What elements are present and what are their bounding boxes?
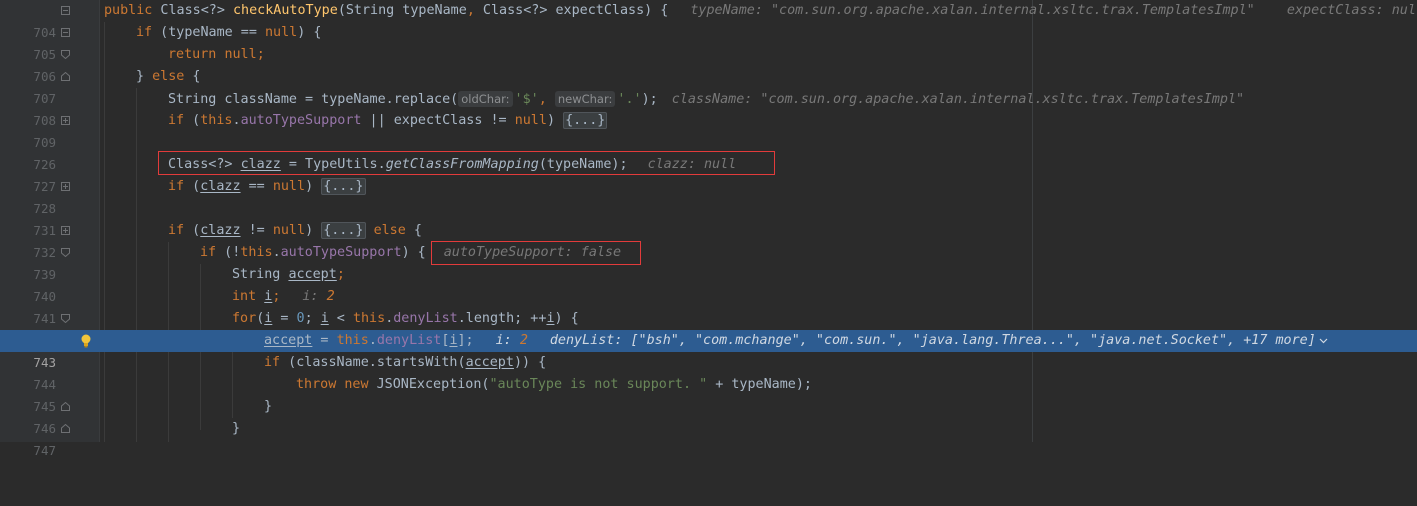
code-line[interactable]: 708 String className = typeName.replace(…	[0, 88, 1417, 128]
code-text: throw new JSONException("autoType is not…	[296, 377, 812, 392]
code-text: int i; i: 2	[232, 289, 335, 304]
variable-reference: accept	[264, 333, 313, 348]
code-text: return null;	[168, 47, 265, 62]
parameter-hint: oldChar:	[458, 91, 513, 107]
code-text: }	[232, 421, 241, 436]
fold-marker-icon[interactable]	[61, 28, 70, 37]
code-text: if (typeName == null) {	[136, 25, 322, 40]
code-text: if (clazz != null) {...} else {	[168, 222, 422, 239]
folded-code-block[interactable]: {...}	[321, 222, 366, 239]
line-number: 747	[33, 443, 56, 458]
code-text: }	[264, 399, 273, 414]
chevron-down-icon[interactable]	[1319, 336, 1328, 345]
code-line[interactable]: 739 if (!this.autoTypeSupport) {autoType…	[0, 242, 1417, 282]
code-text: for(i = 0; i < this.denyList.length; ++i…	[232, 311, 579, 326]
code-text: } else {	[136, 69, 201, 84]
code-line[interactable]: 706 return null;	[0, 44, 1417, 84]
debug-inline-value[interactable]: denyList: ["bsh", "com.mchange", "com.su…	[550, 333, 1316, 348]
fold-marker-icon[interactable]	[61, 6, 70, 15]
debug-inline-value: i: 2	[302, 289, 335, 304]
code-text: if (className.startsWith(accept)) {	[264, 355, 547, 370]
code-line[interactable]: 745 throw new JSONException("autoType is…	[0, 374, 1417, 414]
code-line[interactable]: 728 if (clazz == null) {...}	[0, 176, 1417, 216]
fold-marker-icon[interactable]	[61, 116, 70, 125]
debug-inline-value: className: "com.sun.org.apache.xalan.int…	[671, 92, 1245, 107]
code-line[interactable]: 741 int i; i: 2	[0, 286, 1417, 326]
code-line[interactable]: 747 }	[0, 418, 1417, 458]
fold-marker-icon[interactable]	[61, 248, 70, 257]
lightbulb-icon[interactable]	[80, 334, 92, 348]
code-text: String accept;	[232, 267, 345, 282]
fold-marker-icon[interactable]	[61, 226, 70, 235]
folded-code-block[interactable]: {...}	[321, 178, 366, 195]
variable-reference: accept	[465, 355, 514, 370]
fold-marker-icon[interactable]	[61, 314, 70, 323]
fold-marker-icon[interactable]	[61, 182, 70, 191]
fold-marker-icon[interactable]	[61, 50, 70, 59]
code-line[interactable]: 709 if (this.autoTypeSupport || expectCl…	[0, 110, 1417, 150]
method-name: checkAutoType	[233, 3, 338, 18]
code-line[interactable]: 731	[0, 198, 1417, 238]
variable-reference: clazz	[200, 179, 241, 194]
code-line[interactable]: 704 public Class<?> checkAutoType(String…	[0, 0, 1417, 40]
code-text: if (this.autoTypeSupport || expectClass …	[168, 112, 608, 129]
code-text: String className = typeName.replace(oldC…	[168, 91, 1245, 107]
code-text: public Class<?> checkAutoType(String typ…	[104, 0, 1417, 22]
fold-marker-icon[interactable]	[61, 424, 70, 433]
code-line[interactable]: 707 } else {	[0, 66, 1417, 106]
code-line[interactable]: 705 if (typeName == null) {	[0, 22, 1417, 62]
variable-reference: accept	[288, 267, 337, 282]
parameter-hint: newChar:	[554, 91, 616, 107]
annotation-box-autotypesupport	[431, 241, 641, 265]
debug-inline-value: typeName: "com.sun.org.apache.xalan.inte…	[690, 3, 1417, 18]
annotation-box-clazz	[158, 151, 775, 175]
fold-marker-icon[interactable]	[61, 402, 70, 411]
current-execution-line[interactable]: 743 accept = this.denyList[i]; i: 2 denyLi…	[0, 330, 1417, 370]
debug-inline-value: i: 2	[495, 333, 528, 348]
variable-reference: clazz	[200, 223, 241, 238]
code-line[interactable]: 742 for(i = 0; i < this.denyList.length;…	[0, 308, 1417, 348]
code-line[interactable]: 740 String accept;	[0, 264, 1417, 304]
code-text: if (clazz == null) {...}	[168, 178, 366, 195]
fold-marker-icon[interactable]	[61, 72, 70, 81]
code-line[interactable]: 732 if (clazz != null) {...} else {	[0, 220, 1417, 260]
code-text: accept = this.denyList[i]; i: 2 denyList: …	[264, 330, 1328, 352]
code-line[interactable]: 746 }	[0, 396, 1417, 436]
folded-code-block[interactable]: {...}	[563, 112, 608, 129]
code-line[interactable]: 744 if (className.startsWith(accept)) {	[0, 352, 1417, 392]
